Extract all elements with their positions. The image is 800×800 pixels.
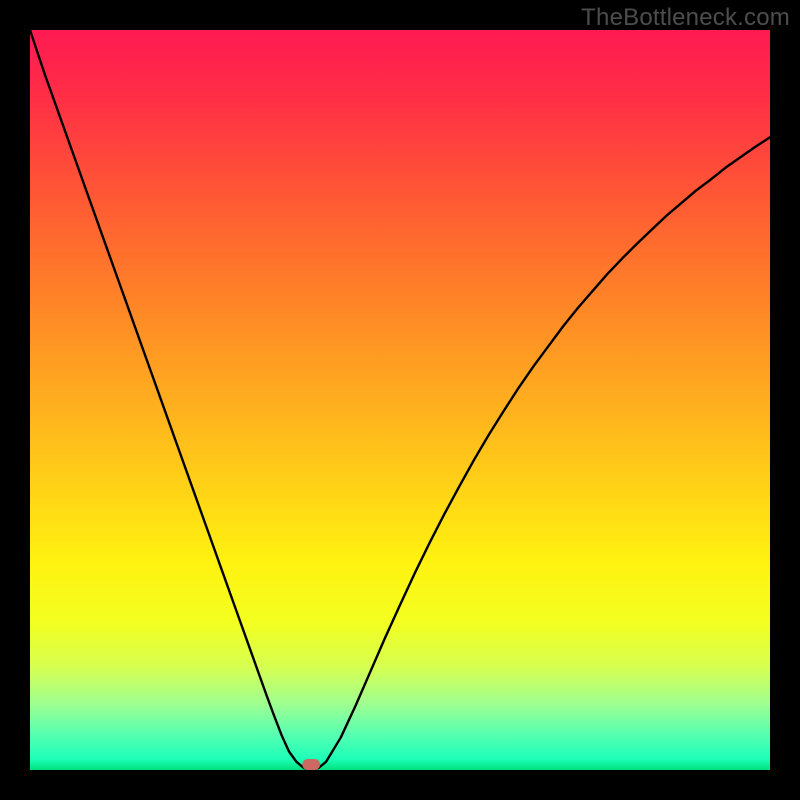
optimal-marker	[302, 759, 320, 770]
plot-area	[30, 30, 770, 770]
watermark-text: TheBottleneck.com	[581, 4, 790, 32]
chart-svg	[30, 30, 770, 770]
chart-frame: TheBottleneck.com	[0, 0, 800, 800]
